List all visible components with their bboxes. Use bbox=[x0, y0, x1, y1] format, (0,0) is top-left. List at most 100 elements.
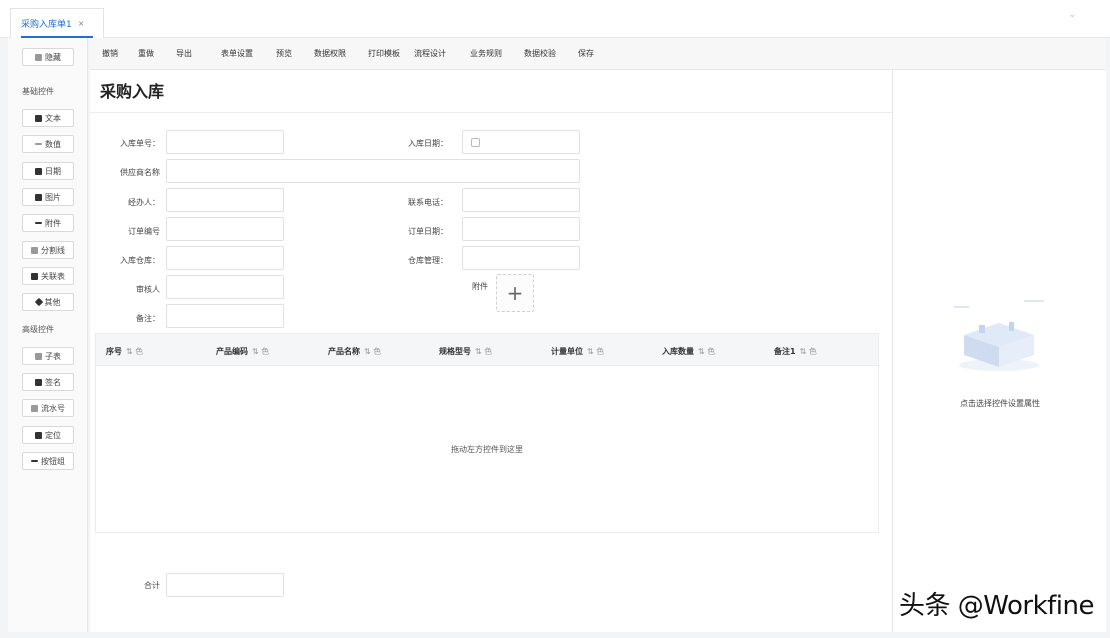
save-icon bbox=[35, 53, 42, 61]
toolbar-redo[interactable]: 重做 bbox=[138, 48, 154, 59]
toolbar-data-validation[interactable]: 数据校验 bbox=[524, 48, 556, 59]
warehouse-manager-input[interactable] bbox=[462, 246, 580, 270]
reviewer-label: 审核人 bbox=[136, 285, 160, 294]
plus-icon: + bbox=[506, 281, 524, 305]
tab-bar: 采购入库单1 × ⌄ bbox=[0, 0, 1110, 38]
sort-icon: ⇅ 色 bbox=[252, 347, 270, 356]
sidebar-item-serial[interactable]: 流水号 bbox=[22, 399, 74, 417]
divider-icon bbox=[31, 246, 38, 254]
text-icon bbox=[35, 114, 42, 122]
page-title: 采购入库 bbox=[100, 82, 165, 101]
chevron-down-icon[interactable]: ⌄ bbox=[1068, 10, 1076, 20]
sort-icon: ⇅ 色 bbox=[364, 347, 382, 356]
column-header[interactable]: 产品名称 ⇅ 色 bbox=[328, 346, 381, 357]
image-icon bbox=[35, 193, 42, 201]
empty-box-illustration bbox=[954, 300, 1044, 371]
toolbar-preview[interactable]: 预览 bbox=[276, 48, 292, 59]
toolbar-data-permission[interactable]: 数据权限 bbox=[314, 48, 346, 59]
select-control-hint: 点击选择控件设置属性 bbox=[960, 399, 1040, 408]
inbound-date-label: 入库日期： bbox=[408, 139, 448, 148]
calendar-icon bbox=[471, 138, 480, 147]
sidebar-item-divider[interactable]: 分割线 bbox=[22, 241, 74, 259]
hide-button-label: 隐藏 bbox=[45, 52, 61, 62]
toolbar-form-settings[interactable]: 表单设置 bbox=[221, 48, 253, 59]
contact-phone-label: 联系电话： bbox=[408, 198, 448, 207]
sidebar-item-label: 子表 bbox=[45, 351, 61, 361]
empty-placeholder: 拖动左方控件到这里 bbox=[451, 445, 523, 454]
reviewer-input[interactable] bbox=[166, 275, 284, 299]
toolbar-print-template[interactable]: 打印模板 bbox=[368, 48, 400, 59]
attachment-label: 附件 bbox=[472, 282, 488, 291]
sidebar-item-label: 日期 bbox=[45, 166, 61, 176]
sidebar-item-location[interactable]: 定位 bbox=[22, 426, 74, 444]
toolbar-workflow[interactable]: 流程设计 bbox=[414, 48, 446, 59]
contact-phone-input[interactable] bbox=[462, 188, 580, 212]
diamond-icon bbox=[34, 297, 43, 307]
sidebar-item-label: 其他 bbox=[44, 297, 61, 307]
inbound-no-input[interactable] bbox=[166, 130, 284, 154]
column-header[interactable]: 规格型号 ⇅ 色 bbox=[439, 346, 492, 357]
inbound-no-label: 入库单号： bbox=[120, 139, 160, 148]
link-table-icon bbox=[31, 272, 38, 280]
total-input[interactable] bbox=[166, 573, 284, 597]
sidebar-item-attachment[interactable]: 附件 bbox=[22, 214, 74, 232]
sort-icon: ⇅ 色 bbox=[475, 347, 493, 356]
tab-purchase-inbound[interactable]: 采购入库单1 × bbox=[10, 8, 104, 38]
detail-subtable[interactable]: 序号 ⇅ 色 产品编码 ⇅ 色 产品名称 ⇅ 色 规格型号 ⇅ 色 计量单位 ⇅ 色 入库… bbox=[95, 333, 879, 533]
sort-icon: ⇅ 色 bbox=[799, 347, 817, 356]
sort-icon: ⇅ 色 bbox=[126, 347, 144, 356]
remark-label: 备注： bbox=[136, 314, 160, 323]
warehouse-manager-label: 仓库管理： bbox=[408, 256, 448, 265]
sidebar-item-button-group[interactable]: 按钮组 bbox=[22, 452, 74, 470]
sidebar-item-label: 图片 bbox=[45, 192, 61, 202]
divider bbox=[90, 112, 893, 113]
sidebar-item-label: 文本 bbox=[45, 113, 61, 123]
toolbar-undo[interactable]: 撤销 bbox=[102, 48, 118, 59]
group-advanced-label: 高级控件 bbox=[22, 325, 54, 334]
order-no-input[interactable] bbox=[166, 217, 284, 241]
subtable-icon bbox=[35, 352, 42, 360]
inbound-warehouse-label: 入库仓库： bbox=[120, 256, 160, 265]
order-date-label: 订单日期： bbox=[408, 227, 448, 236]
toolbar-business-rules[interactable]: 业务规则 bbox=[470, 48, 502, 59]
close-icon[interactable]: × bbox=[78, 19, 85, 28]
column-header[interactable]: 备注1 ⇅ 色 bbox=[774, 346, 817, 357]
toolbar-export[interactable]: 导出 bbox=[176, 48, 192, 59]
sidebar-item-number[interactable]: 数值 bbox=[22, 135, 74, 153]
sidebar-item-subtable[interactable]: 子表 bbox=[22, 347, 74, 365]
handler-input[interactable] bbox=[166, 188, 284, 212]
group-basic-label: 基础控件 bbox=[22, 87, 54, 96]
sidebar-item-signature[interactable]: 签名 bbox=[22, 373, 74, 391]
sidebar-item-label: 关联表 bbox=[41, 271, 65, 281]
toolbar: 撤销 重做 导出 表单设置 预览 数据权限 打印模板 流程设计 业务规则 数据校… bbox=[90, 38, 1106, 70]
designer-main: 撤销 重做 导出 表单设置 预览 数据权限 打印模板 流程设计 业务规则 数据校… bbox=[90, 38, 1106, 632]
pen-icon bbox=[35, 378, 42, 386]
column-header[interactable]: 序号 ⇅ 色 bbox=[106, 346, 143, 357]
column-header[interactable]: 入库数量 ⇅ 色 bbox=[662, 346, 715, 357]
remark-input[interactable] bbox=[166, 304, 284, 328]
inbound-warehouse-input[interactable] bbox=[166, 246, 284, 270]
sort-icon: ⇅ 色 bbox=[587, 347, 605, 356]
sidebar-item-image[interactable]: 图片 bbox=[22, 188, 74, 206]
sidebar-item-link-table[interactable]: 关联表 bbox=[22, 267, 74, 285]
sidebar-item-label: 定位 bbox=[45, 430, 61, 440]
table-header: 序号 ⇅ 色 产品编码 ⇅ 色 产品名称 ⇅ 色 规格型号 ⇅ 色 计量单位 ⇅ 色 入库… bbox=[96, 334, 878, 366]
supplier-input[interactable] bbox=[166, 159, 580, 183]
toolbar-save[interactable]: 保存 bbox=[578, 48, 594, 59]
order-date-input[interactable] bbox=[462, 217, 580, 241]
sort-icon: ⇅ 色 bbox=[698, 347, 716, 356]
sidebar-item-other[interactable]: 其他 bbox=[22, 293, 74, 311]
sidebar-item-label: 分割线 bbox=[41, 245, 65, 255]
column-header[interactable]: 产品编码 ⇅ 色 bbox=[216, 346, 269, 357]
form-canvas: 采购入库 入库单号： 入库日期： 供应商名称 经办人： 联系电话： 订单编号 订… bbox=[90, 70, 893, 632]
handler-label: 经办人： bbox=[128, 198, 160, 207]
attachment-upload[interactable]: + bbox=[496, 274, 534, 312]
inbound-date-input[interactable] bbox=[462, 130, 580, 154]
column-header[interactable]: 计量单位 ⇅ 色 bbox=[551, 346, 604, 357]
location-icon bbox=[35, 431, 42, 439]
hide-button[interactable]: 隐藏 bbox=[22, 48, 74, 66]
number-icon bbox=[35, 143, 42, 145]
sidebar-item-date[interactable]: 日期 bbox=[22, 162, 74, 180]
sidebar-item-label: 流水号 bbox=[41, 403, 65, 413]
sidebar-item-text[interactable]: 文本 bbox=[22, 109, 74, 127]
